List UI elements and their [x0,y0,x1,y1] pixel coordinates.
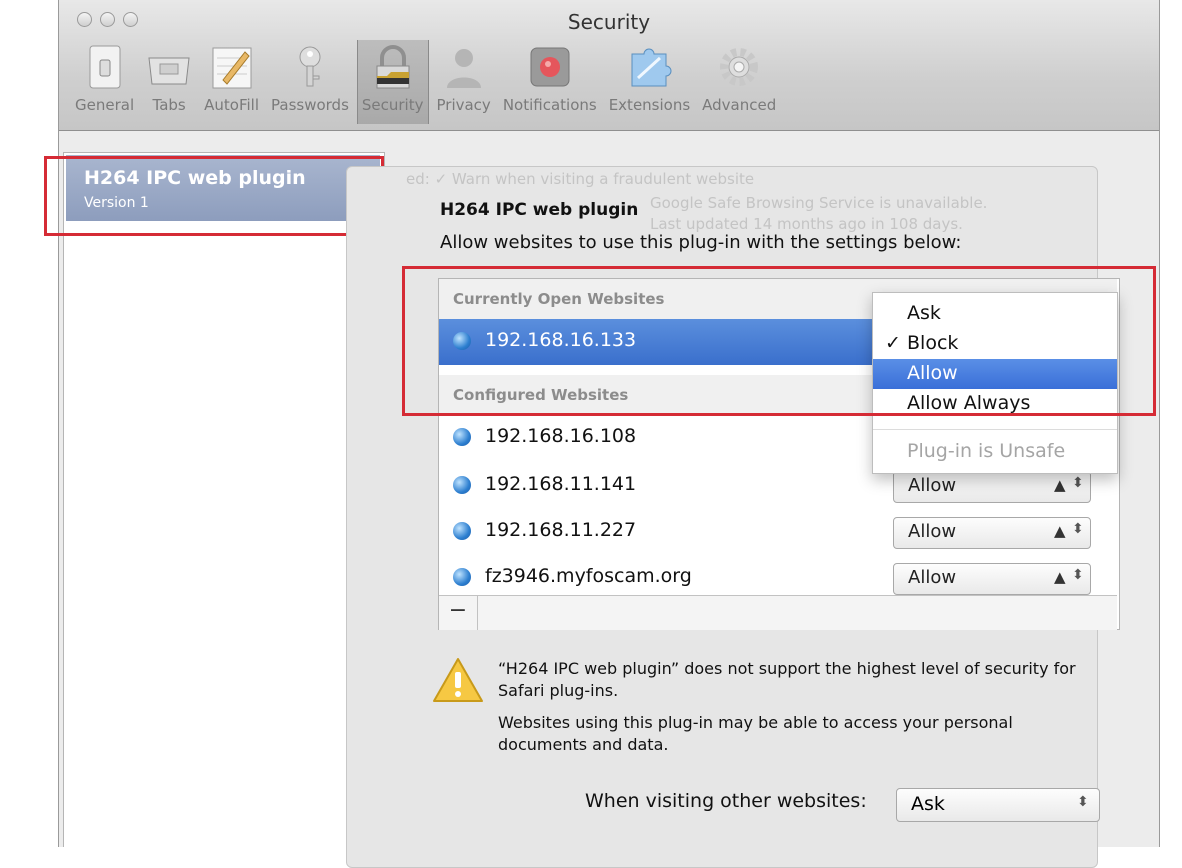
other-websites-label: When visiting other websites: [585,790,867,812]
tab-extensions-label: Extensions [608,96,691,114]
autofill-pencil-icon [209,44,255,90]
plugin-settings-subtitle: Allow websites to use this plug-in with … [440,232,962,253]
table-footer: − [439,595,1117,630]
warning-line-2: Websites using this plug-in may be able … [498,713,1013,754]
tab-security-label: Security [361,96,424,114]
globe-icon [453,568,471,586]
tab-notifications-label: Notifications [502,96,597,114]
site-setting-value: Allow [908,521,957,542]
background-text-fraudulent: ed: ✓ Warn when visiting a fraudulent we… [406,170,755,188]
warning-icon: ▲ [1054,476,1066,494]
tab-advanced[interactable]: Advanced [698,40,780,124]
up-down-arrows-icon: ⬍ [1077,794,1089,810]
tab-advanced-label: Advanced [702,96,777,114]
globe-icon [453,428,471,446]
warning-icon: ▲ [1054,522,1066,540]
notifications-icon [527,44,573,90]
tab-autofill-label: AutoFill [204,96,259,114]
site-name: fz3946.myfoscam.org [485,565,692,587]
background-text-safe-browsing: Google Safe Browsing Service is unavaila… [650,194,988,212]
tab-security[interactable]: Security [356,40,429,124]
background-text-updated: Last updated 14 months ago in 108 days. [650,215,963,233]
other-websites-value: Ask [911,793,945,815]
key-icon [287,44,333,90]
up-down-arrows-icon: ⬍ [1072,521,1084,537]
tab-passwords[interactable]: Passwords [267,40,353,124]
site-setting-popup[interactable]: Allow ▲ ⬍ [893,471,1091,503]
general-switch-icon [82,44,128,90]
up-down-arrows-icon: ⬍ [1072,475,1084,491]
site-setting-popup[interactable]: Allow ▲ ⬍ [893,517,1091,549]
table-row[interactable]: 192.168.11.227 Allow ▲ ⬍ [439,509,1117,555]
plugin-settings-title: H264 IPC web plugin [440,200,639,220]
plugin-list: H264 IPC web plugin Version 1 [63,152,385,847]
menu-item-unsafe: Plug-in is Unsafe [873,437,1117,467]
tab-autofill[interactable]: AutoFill [200,40,263,124]
site-name: 192.168.11.227 [485,519,637,541]
other-websites-popup[interactable]: Ask ⬍ [896,788,1100,822]
tab-privacy-label: Privacy [436,96,491,114]
site-name: 192.168.11.141 [485,473,637,495]
tab-privacy[interactable]: Privacy [433,40,495,124]
padlock-icon [370,44,416,90]
site-setting-value: Allow [908,475,957,496]
site-name: 192.168.16.108 [485,425,637,447]
security-warning-text: “H264 IPC web plugin” does not support t… [498,658,1098,756]
remove-site-button[interactable]: − [439,596,478,630]
tab-general-label: General [75,96,135,114]
menu-separator [873,429,1117,430]
title-bar: Security General Tabs AutoFill Passwords… [59,0,1159,131]
site-setting-popup[interactable]: Allow ▲ ⬍ [893,563,1091,595]
highlight-box-plugin [44,156,384,236]
gear-icon [716,44,762,90]
tab-notifications[interactable]: Notifications [499,40,601,124]
person-silhouette-icon [441,44,487,90]
window-title: Security [567,10,651,34]
preferences-toolbar: General Tabs AutoFill Passwords Security… [71,40,780,124]
warning-triangle-icon [432,656,484,704]
site-setting-value: Allow [908,567,957,588]
tab-passwords-label: Passwords [271,96,349,114]
tab-extensions[interactable]: Extensions [605,40,694,124]
globe-icon [453,476,471,494]
highlight-box-websites [402,266,1156,416]
globe-icon [453,522,471,540]
tab-general[interactable]: General [71,40,138,124]
puzzle-icon [626,44,672,90]
warning-line-1: “H264 IPC web plugin” does not support t… [498,659,1076,700]
tab-tabs[interactable]: Tabs [142,40,196,124]
menu-item-unsafe-label: Plug-in is Unsafe [907,440,1066,462]
warning-icon: ▲ [1054,568,1066,586]
tab-tabs-label: Tabs [152,96,186,114]
tabs-icon [146,44,192,90]
up-down-arrows-icon: ⬍ [1072,567,1084,583]
